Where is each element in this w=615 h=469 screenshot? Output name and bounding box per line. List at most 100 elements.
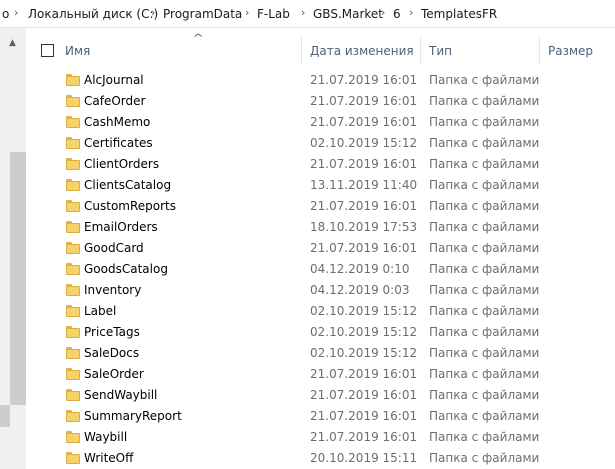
file-row[interactable]: ClientOrders 21.07.2019 16:01 Папка с файл… [28,154,615,175]
file-row[interactable]: AlcJournal 21.07.2019 16:01 Папка с файлам… [28,70,615,91]
file-row[interactable]: SummaryReport 21.07.2019 16:01 Папка с фай… [28,406,615,427]
column-header: ^ Имя Дата изменения Тип Размер [28,28,615,70]
chevron-right-icon[interactable]: › [301,6,305,19]
chevron-right-icon[interactable]: › [245,6,249,19]
file-name[interactable]: Certificates [84,136,153,150]
file-row[interactable]: Certificates 02.10.2019 15:12 Папка с файл… [28,133,615,154]
column-divider[interactable] [420,36,421,64]
file-row[interactable]: EmailOrders 18.10.2019 17:53 Папка с файла… [28,217,615,238]
file-date: 21.07.2019 16:01 [310,73,418,87]
breadcrumb-item-6[interactable]: 6 [393,7,401,21]
file-row[interactable]: SaleOrder 21.07.2019 16:01 Папка с файлами [28,364,615,385]
folder-icon [66,389,80,401]
file-type: Папка с файлами [429,346,540,360]
column-date[interactable]: Дата изменения [310,44,414,58]
file-date: 21.07.2019 16:01 [310,430,418,444]
file-date: 04.12.2019 0:03 [310,283,410,297]
chevron-right-icon[interactable]: › [14,6,18,19]
file-row[interactable]: CashMemo 21.07.2019 16:01 Папка с файлами [28,112,615,133]
select-all-checkbox[interactable] [41,44,54,57]
folder-icon [66,200,80,212]
file-date: 02.10.2019 15:12 [310,325,418,339]
file-row[interactable]: Waybill 21.07.2019 16:01 Папка с файлами [28,427,615,448]
folder-icon [66,179,80,191]
folder-icon [66,242,80,254]
chevron-right-icon[interactable]: › [151,6,155,19]
folder-icon [66,347,80,359]
file-date: 21.07.2019 16:01 [310,157,418,171]
file-name[interactable]: PriceTags [84,325,140,339]
scroll-up-arrow-icon[interactable]: ▲ [9,38,16,48]
file-name[interactable]: Waybill [84,430,127,444]
nav-pane-scrollbar[interactable]: ▲ [0,28,26,469]
file-name[interactable]: CustomReports [84,199,176,213]
file-type: Папка с файлами [429,304,540,318]
file-name[interactable]: CafeOrder [84,94,145,108]
file-name[interactable]: ClientsCatalog [84,178,171,192]
folder-icon [66,158,80,170]
file-row[interactable]: ClientsCatalog 13.11.2019 11:40 Папка с фа… [28,175,615,196]
folder-icon [66,95,80,107]
folder-icon [66,452,80,464]
file-row[interactable]: WriteOff 20.10.2019 15:11 Папка с файлами [28,448,615,469]
folder-icon [66,116,80,128]
folder-icon [66,221,80,233]
file-type: Папка с файлами [429,220,540,234]
file-row[interactable]: Inventory 04.12.2019 0:03 Папка с файлами [28,280,615,301]
folder-icon [66,410,80,422]
breadcrumb-item-f-lab[interactable]: F-Lab [257,7,290,21]
file-row[interactable]: CustomReports 21.07.2019 16:01 Папка с фай… [28,196,615,217]
file-type: Папка с файлами [429,94,540,108]
file-name[interactable]: SaleOrder [84,367,144,381]
file-name[interactable]: AlcJournal [84,73,144,87]
file-type: Папка с файлами [429,157,540,171]
column-size[interactable]: Размер [548,44,593,58]
file-name[interactable]: SummaryReport [84,409,182,423]
file-date: 21.07.2019 16:01 [310,388,418,402]
file-date: 21.07.2019 16:01 [310,94,418,108]
folder-icon [66,368,80,380]
column-divider[interactable] [539,36,540,64]
file-type: Папка с файлами [429,283,540,297]
file-row[interactable]: SendWaybill 21.07.2019 16:01 Папка с файла… [28,385,615,406]
breadcrumb-item-truncated[interactable]: o [2,7,9,21]
file-date: 02.10.2019 15:12 [310,304,418,318]
file-name[interactable]: SaleDocs [84,346,139,360]
column-divider[interactable] [301,36,302,64]
file-row[interactable]: GoodsCatalog 04.12.2019 0:10 Папка с файла… [28,259,615,280]
file-type: Папка с файлами [429,451,540,465]
file-name[interactable]: GoodsCatalog [84,262,168,276]
file-name[interactable]: SendWaybill [84,388,157,402]
folder-icon [66,137,80,149]
file-name[interactable]: Label [84,304,116,318]
scrollbar-thumb[interactable] [10,152,26,405]
file-name[interactable]: EmailOrders [84,220,158,234]
column-type[interactable]: Тип [429,44,452,58]
file-name[interactable]: Inventory [84,283,141,297]
file-name[interactable]: WriteOff [84,451,133,465]
file-name[interactable]: CashMemo [84,115,150,129]
folder-icon [66,431,80,443]
file-date: 02.10.2019 15:12 [310,136,418,150]
file-date: 21.07.2019 16:01 [310,367,418,381]
file-name[interactable]: GoodCard [84,241,144,255]
file-row[interactable]: CafeOrder 21.07.2019 16:01 Папка с файлами [28,91,615,112]
breadcrumb-item-programdata[interactable]: ProgramData [163,7,242,21]
file-date: 21.07.2019 16:01 [310,241,418,255]
file-row[interactable]: GoodCard 21.07.2019 16:01 Папка с файлами [28,238,615,259]
chevron-right-icon[interactable]: › [409,6,413,19]
file-row[interactable]: PriceTags 02.10.2019 15:12 Папка с файлами [28,322,615,343]
scrollbar-thumb-lower[interactable] [0,405,10,427]
breadcrumb-item-templatesfr[interactable]: TemplatesFR [421,7,497,21]
file-name[interactable]: ClientOrders [84,157,159,171]
file-date: 21.07.2019 16:01 [310,409,418,423]
column-name[interactable]: Имя [65,44,90,58]
file-row[interactable]: SaleDocs 02.10.2019 15:12 Папка с файлами [28,343,615,364]
chevron-right-icon[interactable]: › [381,6,385,19]
file-type: Папка с файлами [429,325,540,339]
file-date: 13.11.2019 11:40 [310,178,418,192]
breadcrumb-item-gbs-market[interactable]: GBS.Market [313,7,383,21]
file-row[interactable]: Label 02.10.2019 15:12 Папка с файлами [28,301,615,322]
breadcrumb-item-local-disk[interactable]: Локальный диск (C:) [28,7,158,21]
file-type: Папка с файлами [429,430,540,444]
